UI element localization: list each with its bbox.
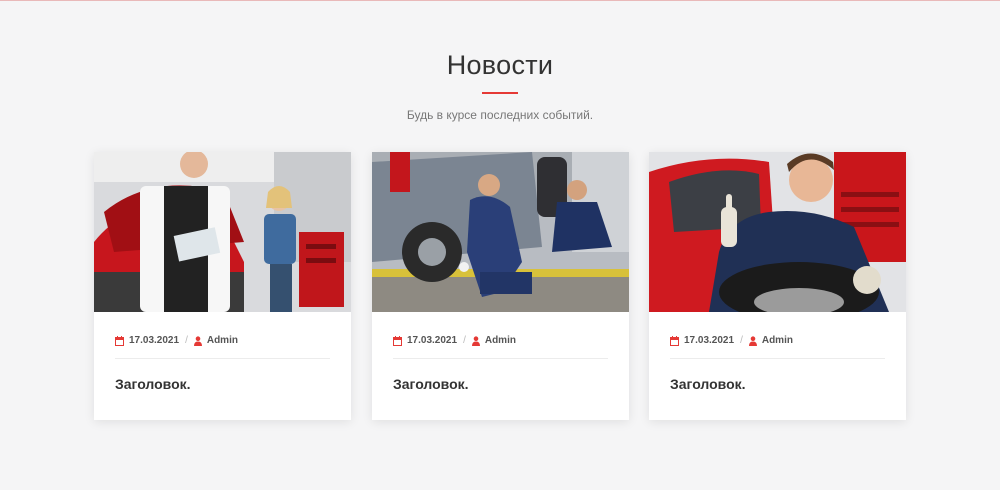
news-title[interactable]: Заголовок. bbox=[670, 376, 746, 392]
news-author[interactable]: Admin bbox=[762, 335, 793, 346]
title-underline bbox=[482, 92, 518, 94]
user-icon bbox=[748, 335, 757, 346]
calendar-icon bbox=[670, 335, 679, 346]
news-author[interactable]: Admin bbox=[207, 335, 238, 346]
section-title: Новости bbox=[446, 50, 554, 80]
news-meta: 17.03.2021 / Admin bbox=[393, 335, 516, 346]
section-subtitle: Будь в курсе последних событий. bbox=[406, 108, 594, 122]
user-icon bbox=[471, 335, 480, 346]
card-divider bbox=[670, 358, 885, 359]
top-border bbox=[0, 0, 1000, 1]
news-author[interactable]: Admin bbox=[485, 335, 516, 346]
calendar-icon bbox=[393, 335, 402, 346]
calendar-icon bbox=[115, 335, 124, 346]
news-image-tire-change[interactable] bbox=[372, 152, 629, 312]
news-image-mechanic-clipboard[interactable] bbox=[94, 152, 351, 312]
news-meta: 17.03.2021 / Admin bbox=[115, 335, 238, 346]
news-title[interactable]: Заголовок. bbox=[115, 376, 191, 392]
news-image-mechanic-tire[interactable] bbox=[649, 152, 906, 312]
news-date: 17.03.2021 bbox=[684, 335, 735, 346]
news-meta: 17.03.2021 / Admin bbox=[670, 335, 793, 346]
user-icon bbox=[193, 335, 202, 346]
meta-separator: / bbox=[185, 335, 188, 346]
news-date: 17.03.2021 bbox=[129, 335, 180, 346]
meta-separator: / bbox=[740, 335, 743, 346]
news-card: 17.03.2021 / Admin Заголовок. bbox=[372, 152, 629, 420]
meta-separator: / bbox=[463, 335, 466, 346]
news-date: 17.03.2021 bbox=[407, 335, 458, 346]
card-divider bbox=[115, 358, 330, 359]
news-card: 17.03.2021 / Admin Заголовок. bbox=[649, 152, 906, 420]
news-title[interactable]: Заголовок. bbox=[393, 376, 469, 392]
card-divider bbox=[393, 358, 608, 359]
news-card: 17.03.2021 / Admin Заголовок. bbox=[94, 152, 351, 420]
